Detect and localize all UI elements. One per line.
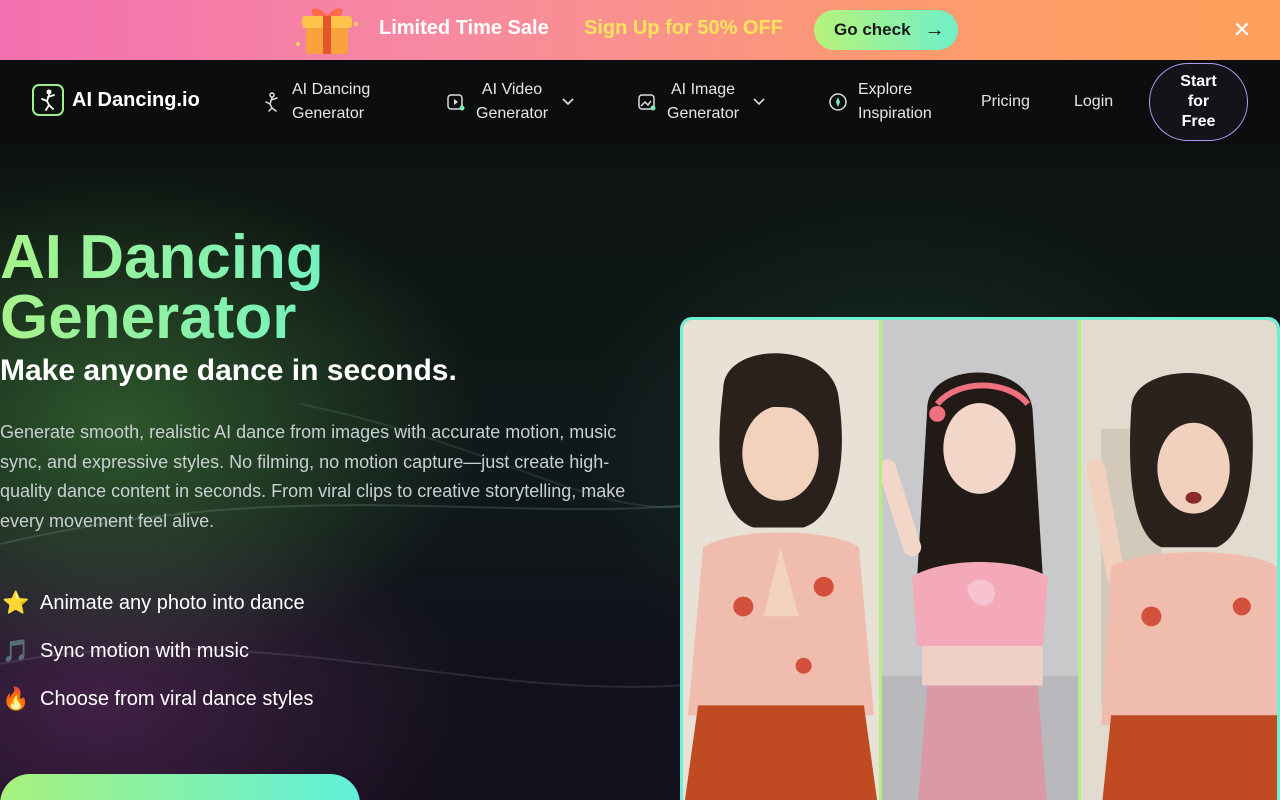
nav-explore-line1: Explore xyxy=(858,81,913,98)
signup-offer-text: Sign Up for 50% OFF xyxy=(584,17,783,39)
start-for-free-button[interactable]: Start for Free xyxy=(1149,63,1248,141)
dance-frame-1 xyxy=(683,320,879,800)
fire-icon: 🔥 xyxy=(2,686,30,711)
video-icon xyxy=(447,94,465,111)
hero-cta-button[interactable] xyxy=(0,774,360,800)
nav-pricing[interactable]: Pricing xyxy=(981,90,1030,114)
sale-text: Limited Time Sale xyxy=(379,17,549,39)
arrow-right-icon: → xyxy=(924,18,945,41)
chevron-down-icon xyxy=(753,90,765,114)
promo-banner: Limited Time Sale Sign Up for 50% OFF Go… xyxy=(0,0,1280,60)
nav-ai-image-generator[interactable]: AI Image Generator xyxy=(637,78,765,126)
hero-title: AI Dancing Generator xyxy=(0,228,660,348)
image-icon xyxy=(638,94,656,111)
feature-text: Animate any photo into dance xyxy=(40,591,305,614)
nav-explore-inspiration[interactable]: Explore Inspiration xyxy=(828,78,932,126)
brand-logo[interactable]: AI Dancing.io xyxy=(32,84,200,116)
go-check-label: Go check xyxy=(834,20,911,39)
start-line2: for xyxy=(1187,93,1210,110)
nav-login[interactable]: Login xyxy=(1074,90,1113,114)
brand-name: AI Dancing.io xyxy=(72,88,200,111)
hero-title-line1: AI Dancing xyxy=(0,223,324,292)
nav-ai-image-line2: Generator xyxy=(667,105,740,122)
feature-item: ⭐ Animate any photo into dance xyxy=(2,590,305,616)
close-icon[interactable]: ✕ xyxy=(1232,18,1252,42)
feature-item: 🔥 Choose from viral dance styles xyxy=(2,686,313,712)
dance-frame-2 xyxy=(879,320,1078,800)
nav-explore-line2: Inspiration xyxy=(858,105,932,122)
nav-ai-video-line2: Generator xyxy=(476,105,549,122)
feature-text: Sync motion with music xyxy=(40,639,249,662)
nav-ai-dancing-line1: AI Dancing xyxy=(292,81,371,98)
dance-frame-3 xyxy=(1078,320,1277,800)
dancer-icon xyxy=(265,92,278,112)
dancer-photo-3 xyxy=(1081,320,1277,800)
feature-item: 🎵 Sync motion with music xyxy=(2,638,249,664)
start-line1: Start xyxy=(1180,73,1217,90)
nav-ai-image-line1: AI Image xyxy=(671,81,736,98)
nav-ai-video-line1: AI Video xyxy=(481,81,543,98)
star-icon: ⭐ xyxy=(2,590,30,615)
dancer-photo-2 xyxy=(882,320,1078,800)
nav-ai-dancing-generator[interactable]: AI Dancing Generator xyxy=(262,78,370,126)
hero-subtitle: Make anyone dance in seconds. xyxy=(0,354,457,387)
compass-icon xyxy=(829,93,847,111)
nav-ai-video-generator[interactable]: AI Video Generator xyxy=(446,78,574,126)
start-line3: Free xyxy=(1181,113,1216,130)
dancer-logo-icon xyxy=(32,84,64,116)
chevron-down-icon xyxy=(562,90,574,114)
gift-box-icon xyxy=(296,8,358,54)
dance-preview-gallery xyxy=(680,317,1280,800)
dancer-photo-1 xyxy=(683,320,879,800)
feature-text: Choose from viral dance styles xyxy=(40,687,314,710)
hero-description: Generate smooth, realistic AI dance from… xyxy=(0,422,626,531)
music-note-icon: 🎵 xyxy=(2,638,30,663)
go-check-button[interactable]: Go check → xyxy=(814,10,958,50)
nav-ai-dancing-line2: Generator xyxy=(292,105,365,122)
hero-title-line2: Generator xyxy=(0,283,297,352)
